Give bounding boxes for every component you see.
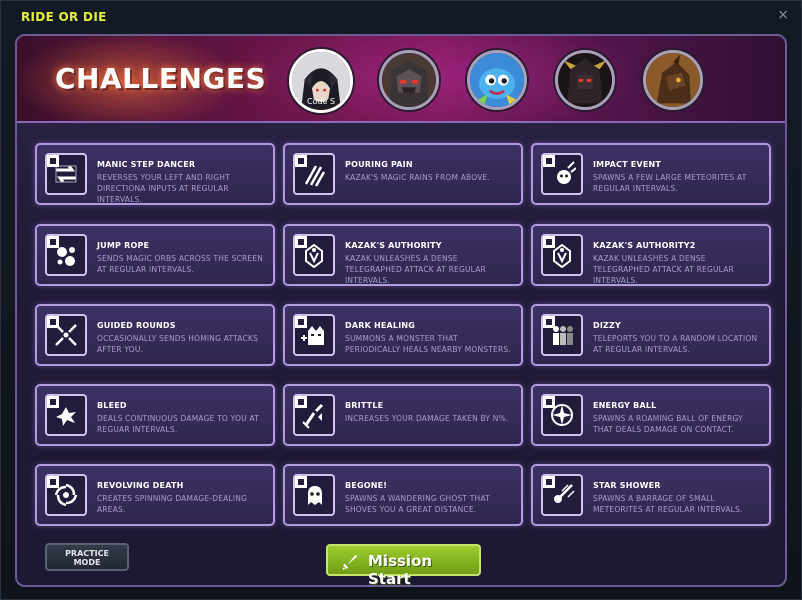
- blood-splash-icon: [56, 407, 76, 426]
- challenge-icon-frame: [45, 474, 87, 516]
- challenge-card[interactable]: REVOLVING DEATH CREATES SPINNING DAMAGE-D…: [35, 464, 275, 526]
- boss-portrait-dragon[interactable]: [643, 50, 703, 110]
- challenges-panel: CHALLENGES Code S MANIC STEP DANCER REVE…: [15, 34, 787, 587]
- kazak-emblem-icon: [305, 243, 323, 269]
- sword-icon: [342, 554, 358, 570]
- challenge-description: TELEPORTS YOU TO A RANDOM LOCATION AT RE…: [593, 334, 758, 354]
- ghost-icon: [308, 486, 322, 505]
- challenge-icon-frame: [45, 234, 87, 276]
- practice-mode-button[interactable]: PRACTICE MODE: [45, 543, 129, 571]
- challenge-icon-frame: [293, 474, 335, 516]
- challenge-icon-frame: [45, 153, 87, 195]
- challenge-card[interactable]: BEGONE! SPAWNS A WANDERING GHOST THAT SHO…: [283, 464, 523, 526]
- challenge-description: SENDS MAGIC ORBS ACROSS THE SCREEN AT RE…: [97, 254, 264, 274]
- challenge-card[interactable]: KAZAK'S AUTHORITY2 KAZAK UNLEASHES A DENS…: [531, 224, 771, 286]
- boss-portrait-blue-creature[interactable]: [467, 50, 527, 110]
- homing-arrows-icon: [55, 324, 77, 346]
- claw-slash-icon: [304, 165, 326, 187]
- orbs-icon: [57, 247, 75, 266]
- challenge-icon-frame: [293, 234, 335, 276]
- challenge-card[interactable]: MANIC STEP DANCER REVERSES YOUR LEFT AND …: [35, 143, 275, 205]
- challenge-name: BEGONE!: [345, 481, 388, 490]
- challenge-icon-frame: [293, 153, 335, 195]
- challenge-name: BRITTLE: [345, 401, 384, 410]
- spinning-blades-icon: [54, 483, 78, 507]
- challenge-card[interactable]: KAZAK'S AUTHORITY KAZAK UNLEASHES A DENSE…: [283, 224, 523, 286]
- challenge-icon-frame: [293, 314, 335, 356]
- boss-dark-armor-portrait-icon: [558, 53, 612, 107]
- challenge-icon-frame: [541, 234, 583, 276]
- challenge-name: MANIC STEP DANCER: [97, 160, 196, 169]
- challenge-name: DIZZY: [593, 321, 622, 330]
- kazak-emblem-icon: [553, 243, 571, 269]
- boss-dragon-portrait-icon: [646, 53, 700, 107]
- challenge-name: JUMP ROPE: [97, 241, 150, 250]
- challenge-card[interactable]: STAR SHOWER SPAWNS A BARRAGE OF SMALL MET…: [531, 464, 771, 526]
- challenge-icon-frame: [45, 314, 87, 356]
- mission-start-button[interactable]: Mission Start: [326, 544, 481, 585]
- challenge-icon-frame: [45, 394, 87, 436]
- challenge-description: KAZAK UNLEASHES A DENSE TELEGRAPHED ATTA…: [345, 254, 486, 285]
- close-icon[interactable]: ×: [777, 7, 789, 23]
- meteor-skull-icon: [557, 161, 576, 184]
- falling-stars-icon: [554, 484, 575, 503]
- broken-sword-icon: [302, 403, 324, 429]
- challenge-card[interactable]: IMPACT EVENT SPAWNS A FEW LARGE METEORITE…: [531, 143, 771, 205]
- challenge-name: DARK HEALING: [345, 321, 416, 330]
- challenge-name: POURING PAIN: [345, 160, 413, 169]
- boss-portrait-dark-armor[interactable]: [555, 50, 615, 110]
- challenge-icon-frame: [541, 314, 583, 356]
- challenge-name: GUIDED ROUNDS: [97, 321, 176, 330]
- teleport-figures-icon: [553, 326, 573, 345]
- challenge-name: KAZAK'S AUTHORITY2: [593, 241, 696, 250]
- challenge-description: SPAWNS A ROAMING BALL OF ENERGY THAT DEA…: [593, 414, 743, 434]
- challenge-card[interactable]: BRITTLE INCREASES YOUR DAMAGE TAKEN BY N%…: [283, 384, 523, 446]
- challenge-description: SPAWNS A BARRAGE OF SMALL METEORITES AT …: [593, 494, 743, 514]
- boss-caption: Code S: [306, 97, 336, 106]
- challenge-card[interactable]: GUIDED ROUNDS OCCASIONALLY SENDS HOMING A…: [35, 304, 275, 366]
- challenge-card[interactable]: POURING PAIN KAZAK'S MAGIC RAINS FROM ABO…: [283, 143, 523, 205]
- challenge-icon-frame: [541, 153, 583, 195]
- mission-start-label: Mission Start: [368, 552, 433, 587]
- challenge-card[interactable]: DARK HEALING SUMMONS A MONSTER THAT PERIO…: [283, 304, 523, 366]
- challenge-description: KAZAK UNLEASHES A DENSE TELEGRAPHED ATTA…: [593, 254, 734, 285]
- challenge-name: KAZAK'S AUTHORITY: [345, 241, 442, 250]
- challenge-name: STAR SHOWER: [593, 481, 661, 490]
- boss-stone-golem-portrait-icon: [382, 53, 436, 107]
- title-bar: RIDE OR DIE ×: [1, 1, 801, 31]
- challenge-card[interactable]: JUMP ROPE SENDS MAGIC ORBS ACROSS THE SCR…: [35, 224, 275, 286]
- challenge-description: DEALS CONTINUOUS DAMAGE TO YOU AT REGUAR…: [97, 414, 259, 434]
- challenge-description: CREATES SPINNING DAMAGE-DEALING AREAS.: [97, 494, 248, 514]
- challenge-description: KAZAK'S MAGIC RAINS FROM ABOVE.: [345, 173, 491, 182]
- challenge-icon-frame: [541, 394, 583, 436]
- challenge-name: BLEED: [97, 401, 127, 410]
- practice-label-line1: PRACTICE: [65, 549, 109, 558]
- challenge-card[interactable]: ENERGY BALL SPAWNS A ROAMING BALL OF ENER…: [531, 384, 771, 446]
- challenge-description: SPAWNS A WANDERING GHOST THAT SHOVES YOU…: [345, 494, 490, 514]
- practice-label-line2: MODE: [73, 558, 101, 567]
- challenge-window: RIDE OR DIE × CHALLENGES Code S MANIC ST…: [0, 0, 802, 600]
- challenge-description: OCCASIONALLY SENDS HOMING ATTACKS AFTER …: [97, 334, 259, 354]
- challenge-description: REVERSES YOUR LEFT AND RIGHT DIRECTIONA …: [97, 173, 230, 204]
- window-title: RIDE OR DIE: [21, 10, 107, 24]
- boss-portrait-golem[interactable]: [379, 50, 439, 110]
- monster-heal-icon: [301, 326, 324, 345]
- boss-blue-creature-portrait-icon: [470, 53, 524, 107]
- energy-star-icon: [551, 404, 573, 426]
- challenge-card[interactable]: DIZZY TELEPORTS YOU TO A RANDOM LOCATION …: [531, 304, 771, 366]
- challenge-name: IMPACT EVENT: [593, 160, 662, 169]
- boss-portrait-code-s[interactable]: Code S: [289, 49, 353, 113]
- challenges-banner: CHALLENGES Code S: [17, 36, 785, 123]
- challenge-description: INCREASES YOUR DAMAGE TAKEN BY N%.: [345, 414, 509, 423]
- challenge-description: SPAWNS A FEW LARGE METEORITES AT REGULAR…: [593, 173, 747, 193]
- banner-title: CHALLENGES: [55, 62, 267, 95]
- challenge-name: ENERGY BALL: [593, 401, 657, 410]
- challenge-card[interactable]: BLEED DEALS CONTINUOUS DAMAGE TO YOU AT R…: [35, 384, 275, 446]
- challenge-description: SUMMONS A MONSTER THAT PERIODICALLY HEAL…: [345, 334, 511, 354]
- challenge-icon-frame: [293, 394, 335, 436]
- challenge-name: REVOLVING DEATH: [97, 481, 184, 490]
- reverse-arrows-icon: [55, 165, 77, 183]
- challenge-icon-frame: [541, 474, 583, 516]
